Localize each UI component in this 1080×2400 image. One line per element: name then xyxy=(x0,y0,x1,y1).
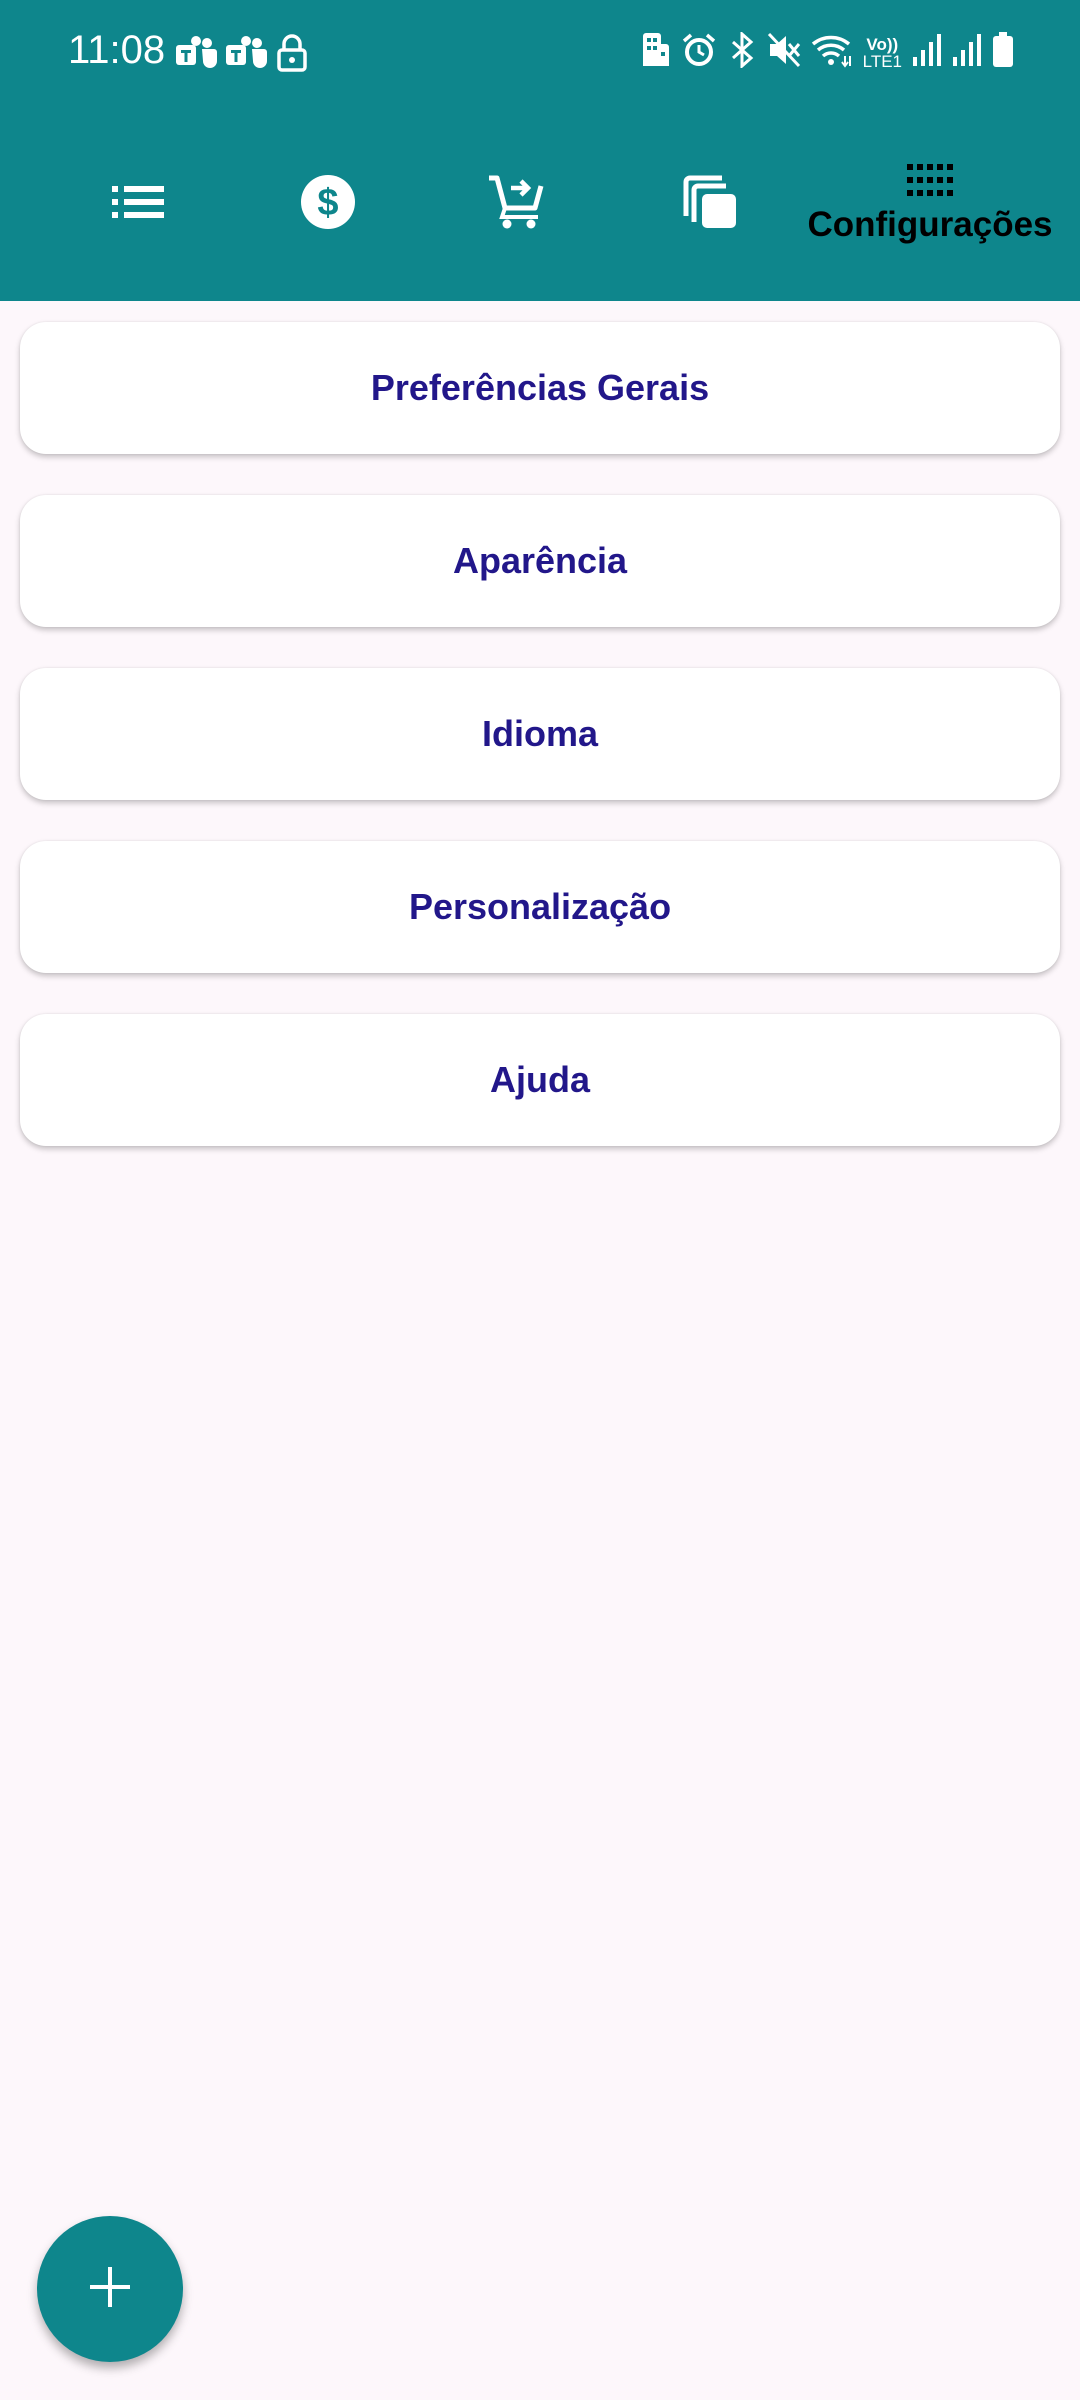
grid-icon xyxy=(907,164,953,201)
tab-copy[interactable] xyxy=(652,108,767,301)
svg-text:$: $ xyxy=(317,182,338,224)
appearance-label: Aparência xyxy=(452,540,628,581)
bluetooth-icon xyxy=(727,30,757,73)
cart-icon xyxy=(487,174,545,235)
teams-icon xyxy=(176,35,218,76)
general-preferences-label: Preferências Gerais xyxy=(370,367,710,408)
app-header: 11:08 Vo)) LTE1 $ Configurações xyxy=(0,0,1080,301)
tab-settings-label: Configurações xyxy=(807,205,1053,244)
tab-settings[interactable]: Configurações xyxy=(800,108,1060,301)
mute-icon xyxy=(767,32,801,73)
list-icon xyxy=(111,185,164,224)
lock-icon xyxy=(276,34,308,77)
battery-icon xyxy=(992,32,1014,73)
alarm-icon xyxy=(681,32,717,73)
tab-list[interactable] xyxy=(80,108,195,301)
teams-icon xyxy=(226,35,268,76)
customization-button[interactable]: Personalização xyxy=(20,841,1060,973)
dollar-icon: $ xyxy=(300,174,356,235)
lte-label: LTE1 xyxy=(862,51,902,71)
status-bar: 11:08 Vo)) LTE1 xyxy=(0,0,1080,108)
status-time: 11:08 xyxy=(68,28,166,72)
help-label: Ajuda xyxy=(489,1059,590,1100)
status-right-icons: Vo)) LTE1 xyxy=(641,30,1014,73)
appearance-button[interactable]: Aparência xyxy=(20,495,1060,627)
tab-cart[interactable] xyxy=(458,108,573,301)
signal-icon xyxy=(952,33,982,72)
customization-label: Personalização xyxy=(408,886,672,927)
plus-icon xyxy=(88,2265,132,2314)
signal-icon xyxy=(912,33,942,72)
building-icon xyxy=(641,32,671,73)
settings-list: Preferências Gerais Aparência Idioma Per… xyxy=(20,322,1060,1187)
language-button[interactable]: Idioma xyxy=(20,668,1060,800)
volte-icon: Vo)) LTE1 xyxy=(863,36,902,70)
general-preferences-button[interactable]: Preferências Gerais xyxy=(20,322,1060,454)
help-button[interactable]: Ajuda xyxy=(20,1014,1060,1146)
tab-finance[interactable]: $ xyxy=(270,108,385,301)
status-left-icons xyxy=(176,34,308,77)
volte-label: Vo)) xyxy=(866,34,899,54)
language-label: Idioma xyxy=(481,713,598,754)
top-tab-bar: $ Configurações xyxy=(0,108,1080,301)
copy-icon xyxy=(682,174,738,235)
wifi-icon xyxy=(811,32,853,73)
add-fab-button[interactable] xyxy=(37,2216,183,2362)
